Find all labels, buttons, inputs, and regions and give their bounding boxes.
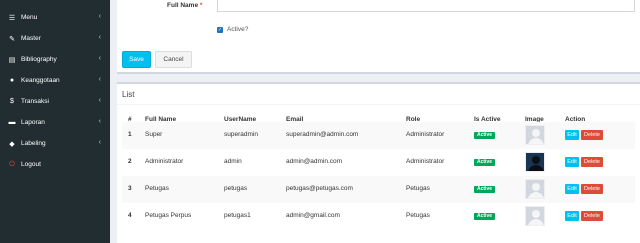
delete-button[interactable]: Delete	[581, 184, 603, 194]
username-cell: petugas1	[224, 212, 251, 219]
email-cell: admin@gmail.com	[286, 212, 340, 219]
username-cell: petugas	[224, 185, 248, 192]
role-cell: Petugas	[406, 212, 430, 219]
sidebar-item-keanggotaan[interactable]: ● Keanggotaan ‹	[0, 70, 110, 91]
user-icon: ●	[9, 77, 15, 84]
dollar-icon: $	[10, 98, 14, 105]
chevron-left-icon: ‹	[98, 34, 101, 41]
row-number: 2	[128, 158, 132, 165]
required-mark: *	[199, 2, 203, 9]
username-cell: admin	[224, 158, 242, 165]
email-cell: petugas@petugas.com	[286, 185, 353, 192]
edit-icon: ✎	[9, 35, 15, 43]
sidebar-item-bibliography[interactable]: ▤ Bibliography ‹	[0, 49, 110, 70]
list-icon: ▤	[8, 56, 16, 64]
table-row: 2 Administrator admin admin@admin.com Ad…	[122, 149, 635, 176]
edit-button[interactable]: Edit	[565, 157, 579, 167]
divider	[117, 104, 640, 105]
full-name-cell: Petugas Perpus	[145, 212, 192, 219]
sidebar-item-label: Laporan	[21, 119, 45, 126]
sidebar-item-laporan[interactable]: ▬ Laporan ‹	[0, 112, 110, 133]
row-number: 3	[128, 185, 132, 192]
sidebar-item-labeling[interactable]: ◆ Labeling ‹	[0, 133, 110, 154]
role-cell: Administrator	[406, 131, 445, 138]
row-number: 4	[128, 212, 132, 219]
table-row: 3 Petugas petugas petugas@petugas.com Pe…	[122, 176, 635, 203]
active-checkbox-row[interactable]: ✓ Active?	[217, 26, 248, 33]
chevron-left-icon: ‹	[98, 55, 101, 62]
chevron-left-icon: ‹	[98, 76, 101, 83]
sidebar-item-label: Menu	[21, 14, 38, 21]
full-name-cell: Super	[145, 131, 163, 138]
chevron-left-icon: ‹	[98, 139, 101, 146]
sidebar-item-menu[interactable]: ☰ Menu ‹	[0, 7, 110, 28]
user-form: Full Name * ✓ Active? Save Cancel	[117, 0, 640, 74]
avatar	[525, 206, 545, 226]
table-row: 4 Petugas Perpus petugas1 admin@gmail.co…	[122, 203, 635, 230]
row-number: 1	[128, 131, 132, 138]
sidebar-item-label: Logout	[21, 161, 41, 168]
edit-button[interactable]: Edit	[565, 184, 579, 194]
avatar	[525, 125, 545, 145]
active-label: Active?	[227, 26, 249, 33]
status-badge: Active	[474, 159, 496, 166]
email-cell: admin@admin.com	[286, 158, 343, 165]
folder-icon: ▬	[8, 119, 16, 126]
sidebar-item-label: Keanggotaan	[21, 77, 60, 84]
email-cell: superadmin@admin.com	[286, 131, 359, 138]
sidebar: ☰ Menu ‹ ✎ Master ‹ ▤ Bibliography ‹ ● K…	[0, 0, 110, 243]
save-button[interactable]: Save	[122, 51, 151, 68]
sidebar-item-label: Bibliography	[21, 56, 57, 63]
sidebar-item-master[interactable]: ✎ Master ‹	[0, 28, 110, 49]
power-icon: ⏻	[9, 160, 15, 168]
sidebar-item-label: Transaksi	[21, 98, 49, 105]
delete-button[interactable]: Delete	[581, 211, 603, 221]
username-cell: superadmin	[224, 131, 258, 138]
fullname-label-text: Full Name	[167, 2, 199, 9]
delete-button[interactable]: Delete	[581, 157, 603, 167]
sidebar-item-label: Labeling	[21, 140, 46, 147]
sidebar-item-logout[interactable]: ⏻ Logout	[0, 154, 110, 175]
fullname-label: Full Name *	[167, 2, 202, 9]
avatar	[525, 179, 545, 199]
status-badge: Active	[474, 186, 496, 193]
active-checkbox[interactable]: ✓	[217, 26, 223, 33]
chevron-left-icon: ‹	[98, 13, 101, 20]
delete-button[interactable]: Delete	[581, 130, 603, 140]
role-cell: Administrator	[406, 158, 445, 165]
user-list-box: List # Full Name UserName Email Role Is …	[117, 82, 640, 243]
fullname-input[interactable]	[217, 0, 635, 12]
tag-icon: ◆	[9, 140, 15, 148]
list-title: List	[122, 90, 135, 99]
table-row: 1 Super superadmin superadmin@admin.com …	[122, 122, 635, 149]
full-name-cell: Petugas	[145, 185, 169, 192]
status-badge: Active	[474, 132, 496, 139]
edit-button[interactable]: Edit	[565, 211, 579, 221]
full-name-cell: Administrator	[145, 158, 184, 165]
role-cell: Petugas	[406, 185, 430, 192]
sidebar-item-transaksi[interactable]: $ Transaksi ‹	[0, 91, 110, 112]
chevron-left-icon: ‹	[98, 97, 101, 104]
menu-icon: ☰	[8, 14, 16, 22]
chevron-left-icon: ‹	[98, 118, 101, 125]
sidebar-item-label: Master	[21, 35, 41, 42]
cancel-button[interactable]: Cancel	[155, 51, 192, 68]
status-badge: Active	[474, 213, 496, 220]
avatar	[525, 152, 545, 172]
edit-button[interactable]: Edit	[565, 130, 579, 140]
main-content: Full Name * ✓ Active? Save Cancel List #…	[110, 0, 640, 243]
